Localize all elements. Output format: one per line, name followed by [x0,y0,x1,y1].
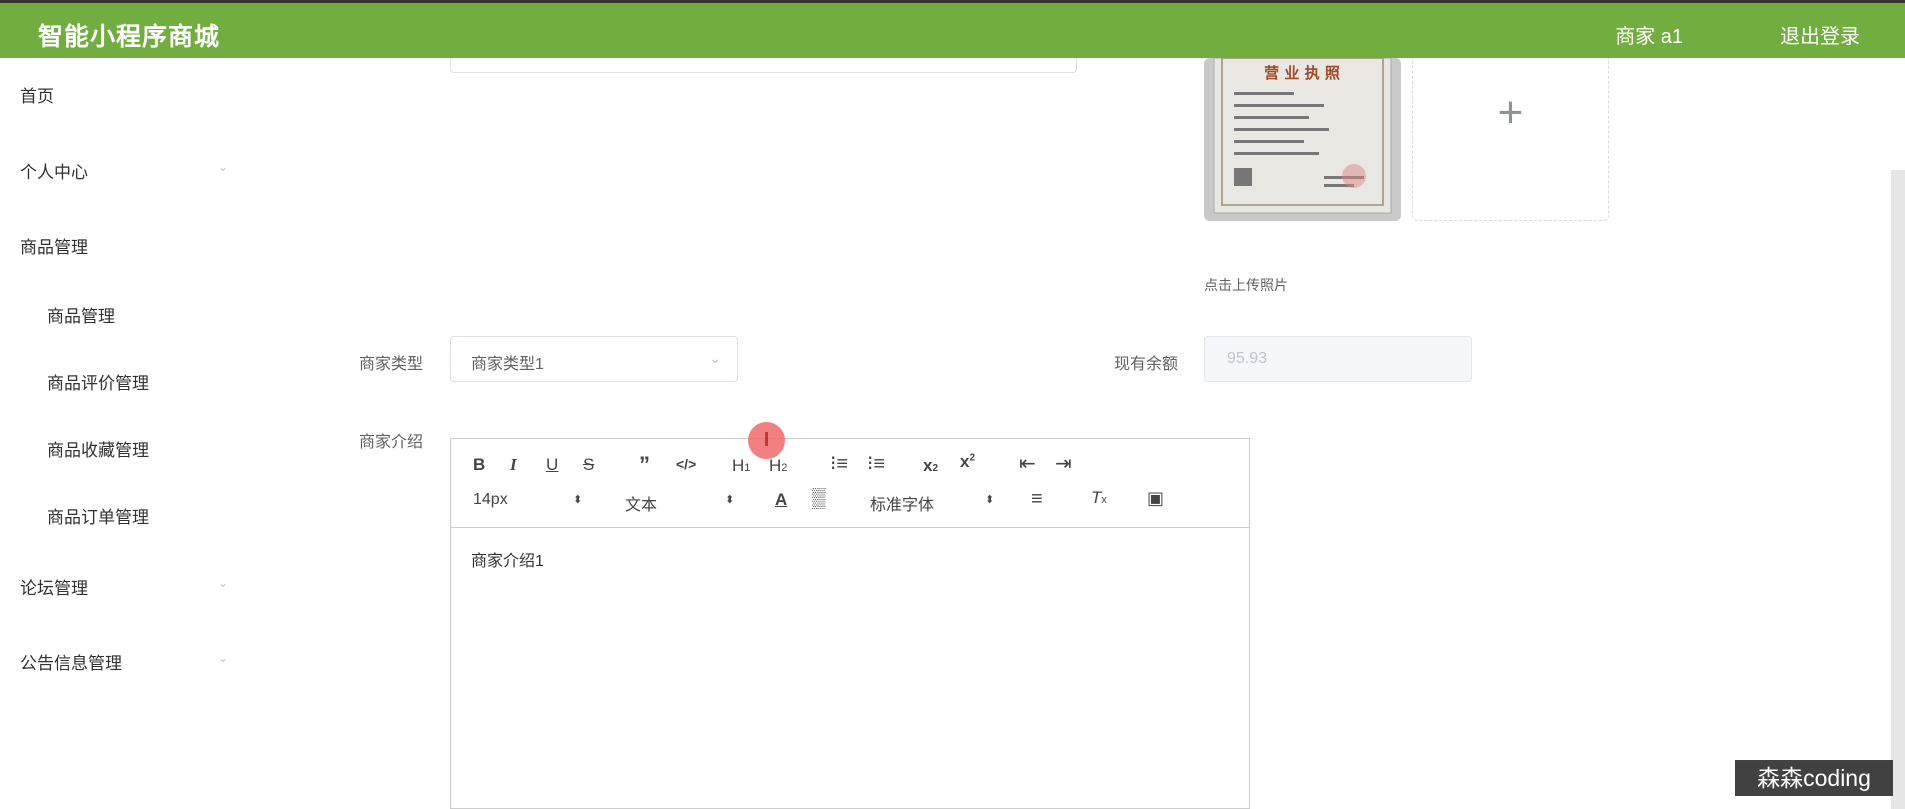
sidebar-subitem-orders[interactable]: 商品订单管理 [47,503,149,528]
sort-arrows-icon: ⬍ [573,494,583,506]
video-watermark: 森森coding [1735,760,1893,796]
sidebar-menu: 首页 个人中心 ⌄ 商品管理 商品管理 商品评价管理 商品收藏管理 商品订单管理… [0,58,245,809]
sidebar-subitem-products[interactable]: 商品管理 [47,302,115,327]
chevron-down-icon: ⌄ [218,651,229,665]
paragraph-format-value: 文本 [625,497,658,514]
heading2-icon[interactable]: H2 [769,457,787,474]
page-scrollbar[interactable] [1891,170,1905,809]
superscript-icon[interactable]: x2 [960,453,975,470]
paragraph-format-select[interactable]: 文本 ⬍ [625,491,735,515]
merchant-type-label: 商家类型 [359,356,424,373]
balance-input: 95.93 [1204,336,1472,382]
balance-value: 95.93 [1227,350,1268,367]
current-user-label: 商家 a1 [1615,26,1683,48]
chevron-down-icon: ⌄ [218,576,229,590]
previous-field-input[interactable] [450,58,1077,73]
business-license-image[interactable]: 营 业 执 照 [1204,58,1401,221]
image-icon[interactable]: ▣ [1147,489,1164,507]
upload-tip-text: 点击上传照片 [1204,277,1288,293]
sidebar-item-product-management[interactable]: 商品管理 [20,233,88,258]
logout-button[interactable]: 退出登录 [1780,20,1860,49]
intro-label: 商家介绍 [359,434,424,451]
chevron-down-icon: ⌄ [218,160,229,174]
heading1-icon[interactable]: H1 [732,457,750,474]
blockquote-icon[interactable]: ” [639,454,650,476]
sidebar-item-forum[interactable]: 论坛管理 [20,574,88,599]
font-family-select[interactable]: 标准字体 ⬍ [870,491,995,515]
background-color-icon[interactable]: ▒ [812,489,825,508]
chevron-down-icon: ⌄ [709,350,721,366]
subscript-icon[interactable]: x2 [923,457,938,474]
editor-content[interactable]: 商家介绍1 [471,547,544,571]
font-size-select[interactable]: 14px ⬍ [473,491,583,509]
top-header: 智能小程序商城 商家 a1 退出登录 [0,0,1905,58]
photo-upload-button[interactable]: + [1412,58,1609,221]
italic-icon[interactable]: I [510,456,517,473]
font-family-value: 标准字体 [870,497,935,514]
license-title-text: 营 业 执 照 [1264,64,1340,82]
font-color-icon[interactable]: A [775,491,787,508]
sidebar-subitem-favorites[interactable]: 商品收藏管理 [47,436,149,461]
app-brand-title: 智能小程序商城 [38,23,221,51]
outdent-icon[interactable]: ⇤ [1019,454,1036,474]
strikethrough-icon[interactable]: S [583,456,594,473]
balance-label: 现有余额 [1114,356,1179,373]
sidebar-subitem-reviews[interactable]: 商品评价管理 [47,369,149,394]
indent-icon[interactable]: ⇥ [1055,454,1072,474]
underline-icon[interactable]: U [546,456,558,473]
clear-format-icon[interactable]: Tx [1091,489,1107,506]
bullet-list-icon[interactable]: ⁝≡ [867,454,885,474]
align-icon[interactable]: ≡ [1031,489,1043,509]
merchant-type-value: 商家类型1 [471,356,544,373]
sort-arrows-icon: ⬍ [985,494,995,506]
editor-toolbar: B I U S ” </> H1 H2 ⁝≡ ⁝≡ x2 x2 ⇤ ⇥ 14px… [451,439,1249,528]
merchant-type-select[interactable]: 商家类型1 ⌄ [450,336,738,382]
sidebar-item-announcements[interactable]: 公告信息管理 [20,649,122,674]
sort-arrows-icon: ⬍ [725,494,735,506]
ordered-list-icon[interactable]: ⁝≡ [830,454,848,474]
rich-text-editor[interactable]: B I U S ” </> H1 H2 ⁝≡ ⁝≡ x2 x2 ⇤ ⇥ 14px… [450,438,1250,809]
plus-icon: + [1497,88,1524,137]
bold-icon[interactable]: B [473,456,485,473]
sidebar-item-home[interactable]: 首页 [20,82,54,107]
sidebar-item-personal-center[interactable]: 个人中心 [20,158,88,183]
text-cursor-icon: I [748,422,785,459]
font-size-value: 14px [473,491,508,508]
code-icon[interactable]: </> [676,457,696,471]
